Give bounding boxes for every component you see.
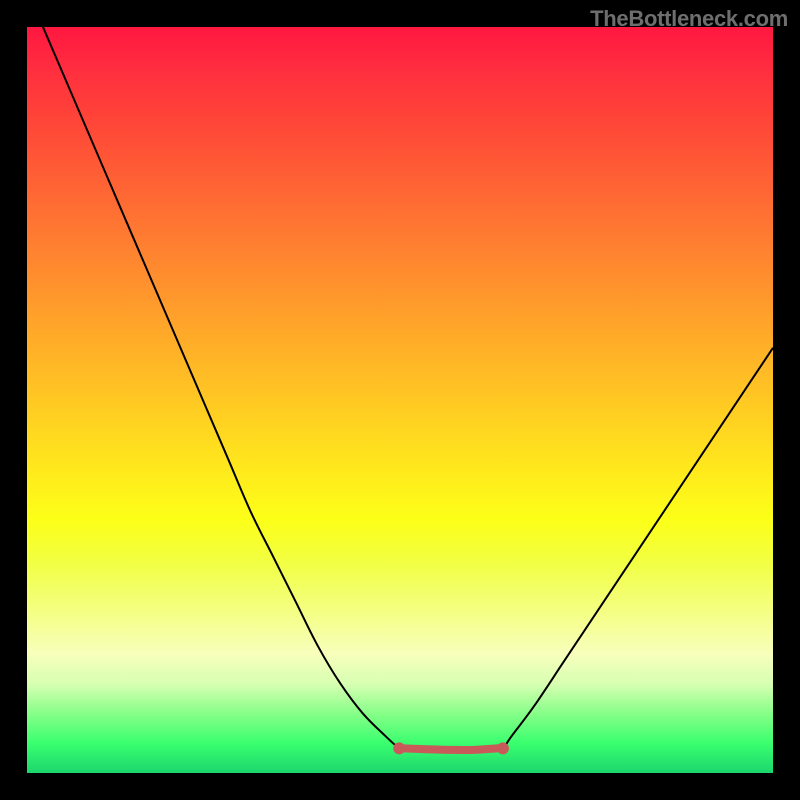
watermark-text: TheBottleneck.com [590,6,788,32]
gradient-background [27,27,773,773]
chart-container: TheBottleneck.com [0,0,800,800]
plot-area [27,27,773,773]
